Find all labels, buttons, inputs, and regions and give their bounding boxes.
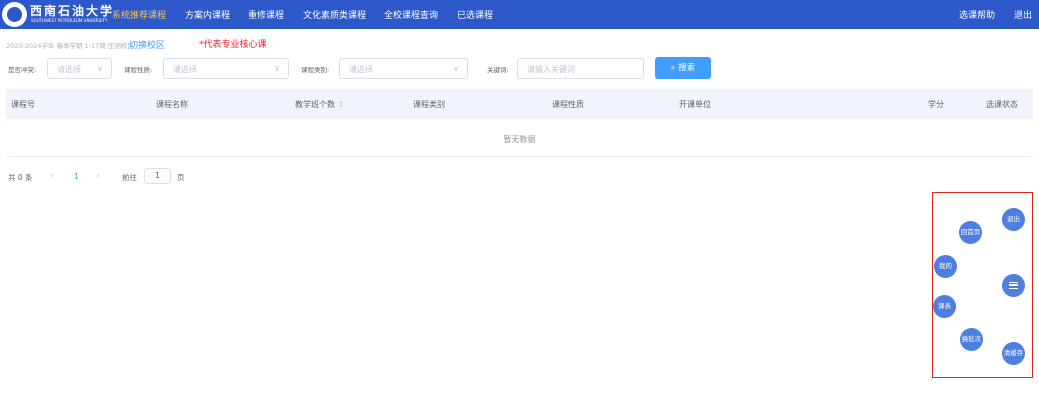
nature-select-placeholder: 请选择 xyxy=(173,65,197,74)
table-header: 课程号 课程名称 教学班个数 ⇕ 课程类别 课程性质 开课单位 学分 选课状态 xyxy=(6,89,1033,119)
column-course-id: 课程号 xyxy=(11,100,35,109)
core-course-note: *代表专业核心课 xyxy=(199,40,267,50)
column-course-category: 课程类别 xyxy=(413,100,445,109)
nav-retake-courses[interactable]: 重修课程 xyxy=(248,8,284,21)
nav-selected-courses[interactable]: 已选课程 xyxy=(457,8,493,21)
keyword-filter-label: 关键词: xyxy=(487,66,509,74)
change-round-fab-button[interactable]: 换轮次 xyxy=(960,328,983,351)
home-fab-button[interactable]: 回首页 xyxy=(959,221,982,244)
menu-fab-button[interactable] xyxy=(1002,274,1025,297)
university-english-name: SOUTHWEST PETROLEUM UNIVERSITY xyxy=(31,18,108,23)
chevron-down-icon: ∨ xyxy=(274,64,280,73)
sort-icon[interactable]: ⇕ xyxy=(338,100,345,109)
column-class-count-label: 教学班个数 xyxy=(295,100,335,109)
nav-culture-courses[interactable]: 文化素质类课程 xyxy=(303,8,366,21)
column-selection-status: 选课状态 xyxy=(986,100,1018,109)
category-select-placeholder: 请选择 xyxy=(349,65,373,74)
keyword-input-placeholder: 请输入关键词 xyxy=(527,65,575,74)
column-department: 开课单位 xyxy=(679,100,711,109)
nav-all-courses-search[interactable]: 全校课程查询 xyxy=(384,8,438,21)
mine-fab-button[interactable]: 我的 xyxy=(934,255,957,278)
next-page-icon[interactable]: › xyxy=(96,171,100,181)
column-course-nature: 课程性质 xyxy=(552,100,584,109)
category-filter-label: 课程类别: xyxy=(301,66,330,74)
term-info: 2023-2024学年 春季学期 1-17周 压测校区 xyxy=(6,42,134,50)
course-nature-select[interactable]: 请选择 ∨ xyxy=(163,58,289,79)
column-course-name: 课程名称 xyxy=(156,100,188,109)
pagination-total: 共 0 条 xyxy=(8,173,33,182)
course-category-select[interactable]: 请选择 ∨ xyxy=(339,58,468,79)
conflict-filter-label: 是否冲突: xyxy=(8,66,37,74)
help-link[interactable]: 选课帮助 xyxy=(959,8,995,21)
column-class-count[interactable]: 教学班个数 ⇕ xyxy=(295,99,344,110)
chevron-down-icon: ∨ xyxy=(97,64,103,73)
keyword-input[interactable]: 请输入关键词 xyxy=(517,58,644,79)
search-icon: ⌕ xyxy=(670,63,676,73)
logout-link[interactable]: 退出 xyxy=(1014,8,1032,21)
conflict-select[interactable]: 请选择 ∨ xyxy=(47,58,112,79)
exit-fab-button[interactable]: 退出 xyxy=(1002,208,1025,231)
nav-recommended-courses[interactable]: 系统推荐课程 xyxy=(112,8,166,21)
column-credits: 学分 xyxy=(928,100,944,109)
empty-table-row: 暂无数据 xyxy=(6,119,1033,157)
prev-page-icon[interactable]: ‹ xyxy=(50,171,54,181)
chevron-down-icon: ∨ xyxy=(453,64,459,73)
empty-table-text: 暂无数据 xyxy=(503,135,536,144)
nature-filter-label: 课程性质: xyxy=(124,66,153,74)
clear-cache-fab-button[interactable]: 清缓存 xyxy=(1002,342,1025,365)
switch-campus-link[interactable]: 切换校区 xyxy=(129,38,165,51)
page-number[interactable]: 1 xyxy=(74,172,79,181)
nav-plan-courses[interactable]: 方案内课程 xyxy=(185,8,230,21)
goto-page-input[interactable]: 1 xyxy=(144,168,171,184)
goto-suffix: 页 xyxy=(177,173,185,182)
top-navbar: 西南石油大学 SOUTHWEST PETROLEUM UNIVERSITY 系统… xyxy=(0,0,1039,29)
search-button-label: 搜索 xyxy=(678,63,696,73)
menu-icon xyxy=(1009,282,1018,289)
conflict-select-placeholder: 请选择 xyxy=(57,65,81,74)
goto-prefix: 前往 xyxy=(122,173,137,182)
schedule-fab-button[interactable]: 课表 xyxy=(933,295,956,318)
search-button[interactable]: ⌕ 搜索 xyxy=(655,57,711,79)
university-logo-icon xyxy=(2,2,27,27)
university-name: 西南石油大学 xyxy=(30,4,115,18)
